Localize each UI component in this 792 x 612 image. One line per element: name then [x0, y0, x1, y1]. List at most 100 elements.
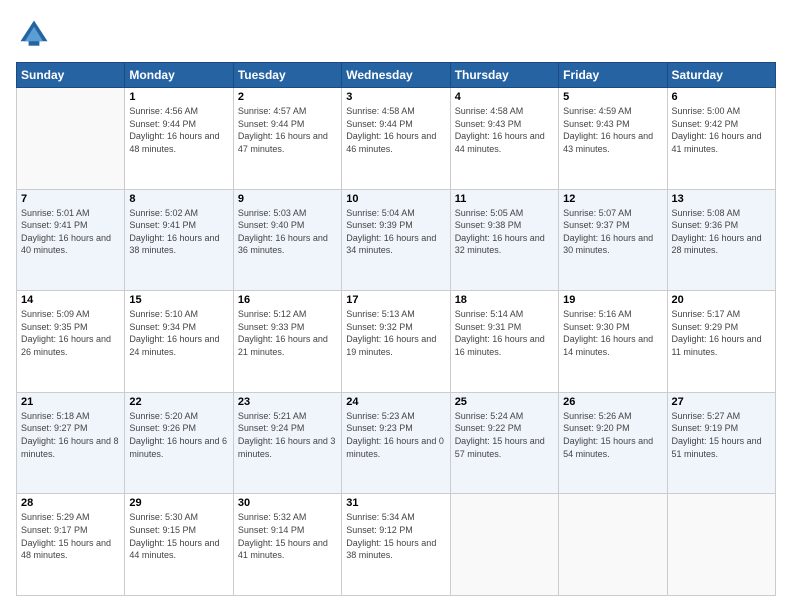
calendar-cell: 1Sunrise: 4:56 AM Sunset: 9:44 PM Daylig… — [125, 88, 233, 190]
calendar-cell: 24Sunrise: 5:23 AM Sunset: 9:23 PM Dayli… — [342, 392, 450, 494]
day-info: Sunrise: 5:12 AM Sunset: 9:33 PM Dayligh… — [238, 308, 337, 358]
day-info: Sunrise: 5:27 AM Sunset: 9:19 PM Dayligh… — [672, 410, 771, 460]
day-info: Sunrise: 5:02 AM Sunset: 9:41 PM Dayligh… — [129, 207, 228, 257]
day-info: Sunrise: 5:16 AM Sunset: 9:30 PM Dayligh… — [563, 308, 662, 358]
day-number: 3 — [346, 91, 445, 103]
weekday-header: Thursday — [450, 63, 558, 88]
day-info: Sunrise: 5:34 AM Sunset: 9:12 PM Dayligh… — [346, 511, 445, 561]
day-info: Sunrise: 5:07 AM Sunset: 9:37 PM Dayligh… — [563, 207, 662, 257]
day-number: 13 — [672, 193, 771, 205]
calendar-header-row: SundayMondayTuesdayWednesdayThursdayFrid… — [17, 63, 776, 88]
day-info: Sunrise: 5:23 AM Sunset: 9:23 PM Dayligh… — [346, 410, 445, 460]
day-info: Sunrise: 5:17 AM Sunset: 9:29 PM Dayligh… — [672, 308, 771, 358]
calendar-week-row: 28 Sunrise: 5:29 AM Sunset: 9:17 PM Dayli… — [17, 494, 776, 596]
calendar-cell: 30 Sunrise: 5:32 AM Sunset: 9:14 PM Dayli… — [233, 494, 341, 596]
day-info: Sunrise: 5:13 AM Sunset: 9:32 PM Dayligh… — [346, 308, 445, 358]
calendar-cell: 16 Sunrise: 5:12 AM Sunset: 9:33 PM Dayli… — [233, 291, 341, 393]
weekday-header: Sunday — [17, 63, 125, 88]
day-number: 14 — [21, 294, 120, 306]
day-number: 31 — [346, 497, 445, 509]
day-info: Sunrise: 5:26 AM Sunset: 9:20 PM Dayligh… — [563, 410, 662, 460]
day-number: 11 — [455, 193, 554, 205]
weekday-header: Tuesday — [233, 63, 341, 88]
calendar-cell: 2 Sunrise: 4:57 AM Sunset: 9:44 PM Daylig… — [233, 88, 341, 190]
day-info: Sunrise: 5:08 AM Sunset: 9:36 PM Dayligh… — [672, 207, 771, 257]
calendar-week-row: 21 Sunrise: 5:18 AM Sunset: 9:27 PM Dayli… — [17, 392, 776, 494]
calendar-cell: 23 Sunrise: 5:21 AM Sunset: 9:24 PM Dayli… — [233, 392, 341, 494]
day-info: Sunrise: 5:01 AM Sunset: 9:41 PM Dayligh… — [21, 207, 120, 257]
day-info: Sunrise: 5:20 AM Sunset: 9:26 PM Dayligh… — [129, 410, 228, 460]
calendar-cell: 6 Sunrise: 5:00 AM Sunset: 9:42 PM Daylig… — [667, 88, 775, 190]
calendar-cell: 15 Sunrise: 5:10 AM Sunset: 9:34 PM Dayli… — [125, 291, 233, 393]
day-number: 27 — [672, 396, 771, 408]
calendar-cell — [17, 88, 125, 190]
calendar-cell — [450, 494, 558, 596]
day-info: Sunrise: 5:09 AM Sunset: 9:35 PM Dayligh… — [21, 308, 120, 358]
day-number: 2 — [238, 91, 337, 103]
calendar-cell: 22 Sunrise: 5:20 AM Sunset: 9:26 PM Dayli… — [125, 392, 233, 494]
day-info: Sunrise: 4:57 AM Sunset: 9:44 PM Dayligh… — [238, 105, 337, 155]
day-info: Sunrise: 5:05 AM Sunset: 9:38 PM Dayligh… — [455, 207, 554, 257]
day-number: 23 — [238, 396, 337, 408]
calendar-cell: 9 Sunrise: 5:03 AM Sunset: 9:40 PM Daylig… — [233, 189, 341, 291]
day-number: 6 — [672, 91, 771, 103]
calendar-cell: 20 Sunrise: 5:17 AM Sunset: 9:29 PM Dayli… — [667, 291, 775, 393]
page: SundayMondayTuesdayWednesdayThursdayFrid… — [0, 0, 792, 612]
weekday-header: Saturday — [667, 63, 775, 88]
weekday-header: Monday — [125, 63, 233, 88]
day-number: 28 — [21, 497, 120, 509]
day-info: Sunrise: 5:00 AM Sunset: 9:42 PM Dayligh… — [672, 105, 771, 155]
calendar-cell: 26 Sunrise: 5:26 AM Sunset: 9:20 PM Dayli… — [559, 392, 667, 494]
day-number: 30 — [238, 497, 337, 509]
day-number: 9 — [238, 193, 337, 205]
day-number: 19 — [563, 294, 662, 306]
day-number: 15 — [129, 294, 228, 306]
calendar-cell: 7 Sunrise: 5:01 AM Sunset: 9:41 PM Daylig… — [17, 189, 125, 291]
day-number: 26 — [563, 396, 662, 408]
weekday-header: Wednesday — [342, 63, 450, 88]
calendar-cell: 8Sunrise: 5:02 AM Sunset: 9:41 PM Daylig… — [125, 189, 233, 291]
calendar-week-row: 1Sunrise: 4:56 AM Sunset: 9:44 PM Daylig… — [17, 88, 776, 190]
day-number: 25 — [455, 396, 554, 408]
day-number: 4 — [455, 91, 554, 103]
day-number: 5 — [563, 91, 662, 103]
calendar-cell: 10Sunrise: 5:04 AM Sunset: 9:39 PM Dayli… — [342, 189, 450, 291]
day-info: Sunrise: 5:03 AM Sunset: 9:40 PM Dayligh… — [238, 207, 337, 257]
calendar-cell — [667, 494, 775, 596]
calendar-cell: 19 Sunrise: 5:16 AM Sunset: 9:30 PM Dayli… — [559, 291, 667, 393]
calendar-cell — [559, 494, 667, 596]
calendar-cell: 3 Sunrise: 4:58 AM Sunset: 9:44 PM Daylig… — [342, 88, 450, 190]
weekday-header: Friday — [559, 63, 667, 88]
calendar-cell: 13 Sunrise: 5:08 AM Sunset: 9:36 PM Dayli… — [667, 189, 775, 291]
logo-icon — [16, 16, 52, 52]
calendar-cell: 14 Sunrise: 5:09 AM Sunset: 9:35 PM Dayli… — [17, 291, 125, 393]
day-number: 17 — [346, 294, 445, 306]
day-number: 16 — [238, 294, 337, 306]
day-number: 22 — [129, 396, 228, 408]
calendar-cell: 25 Sunrise: 5:24 AM Sunset: 9:22 PM Dayli… — [450, 392, 558, 494]
day-number: 12 — [563, 193, 662, 205]
day-info: Sunrise: 5:18 AM Sunset: 9:27 PM Dayligh… — [21, 410, 120, 460]
header — [16, 16, 776, 52]
day-info: Sunrise: 4:59 AM Sunset: 9:43 PM Dayligh… — [563, 105, 662, 155]
calendar-cell: 27 Sunrise: 5:27 AM Sunset: 9:19 PM Dayli… — [667, 392, 775, 494]
day-info: Sunrise: 4:58 AM Sunset: 9:43 PM Dayligh… — [455, 105, 554, 155]
day-number: 7 — [21, 193, 120, 205]
calendar-cell: 17 Sunrise: 5:13 AM Sunset: 9:32 PM Dayli… — [342, 291, 450, 393]
day-info: Sunrise: 5:04 AM Sunset: 9:39 PM Dayligh… — [346, 207, 445, 257]
day-info: Sunrise: 4:58 AM Sunset: 9:44 PM Dayligh… — [346, 105, 445, 155]
calendar-table: SundayMondayTuesdayWednesdayThursdayFrid… — [16, 62, 776, 596]
day-number: 21 — [21, 396, 120, 408]
calendar-cell: 5 Sunrise: 4:59 AM Sunset: 9:43 PM Daylig… — [559, 88, 667, 190]
day-info: Sunrise: 5:29 AM Sunset: 9:17 PM Dayligh… — [21, 511, 120, 561]
day-number: 20 — [672, 294, 771, 306]
day-info: Sunrise: 5:24 AM Sunset: 9:22 PM Dayligh… — [455, 410, 554, 460]
day-number: 1 — [129, 91, 228, 103]
day-info: Sunrise: 5:10 AM Sunset: 9:34 PM Dayligh… — [129, 308, 228, 358]
day-info: Sunrise: 5:30 AM Sunset: 9:15 PM Dayligh… — [129, 511, 228, 561]
day-info: Sunrise: 5:32 AM Sunset: 9:14 PM Dayligh… — [238, 511, 337, 561]
calendar-week-row: 7 Sunrise: 5:01 AM Sunset: 9:41 PM Daylig… — [17, 189, 776, 291]
day-number: 18 — [455, 294, 554, 306]
calendar-cell: 11 Sunrise: 5:05 AM Sunset: 9:38 PM Dayli… — [450, 189, 558, 291]
day-info: Sunrise: 5:21 AM Sunset: 9:24 PM Dayligh… — [238, 410, 337, 460]
